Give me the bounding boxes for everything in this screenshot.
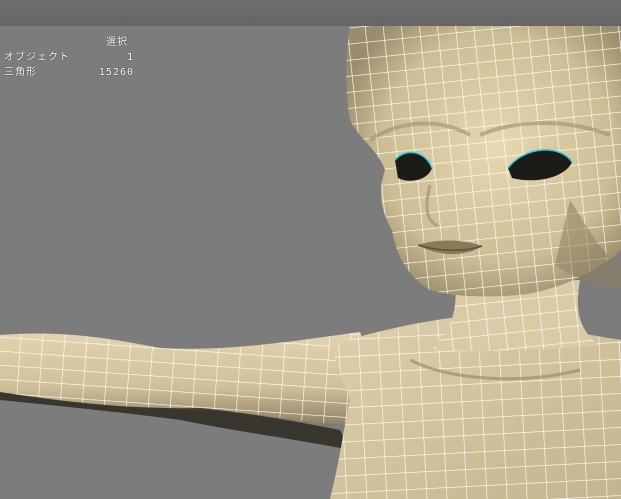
hud-value-triangles: 15260 xyxy=(98,67,134,78)
character-mesh-render xyxy=(0,26,621,499)
viewport-header-bar xyxy=(0,0,621,27)
3d-viewport[interactable]: 選択 オブジェクト 1 三角形 15260 xyxy=(0,26,621,499)
head-mesh xyxy=(346,26,621,297)
selection-stats-hud: 選択 オブジェクト 1 三角形 15260 xyxy=(4,35,134,80)
hud-heading: 選択 xyxy=(106,37,128,48)
hud-row-objects: オブジェクト 1 xyxy=(4,50,134,65)
arm-mesh xyxy=(0,332,390,450)
hud-label-triangles: 三角形 xyxy=(4,67,37,78)
hud-row-triangles: 三角形 15260 xyxy=(4,65,134,80)
modeling-app-window: 選択 オブジェクト 1 三角形 15260 xyxy=(0,0,621,499)
hud-label-objects: オブジェクト xyxy=(4,52,70,63)
hud-value-objects: 1 xyxy=(126,52,134,63)
